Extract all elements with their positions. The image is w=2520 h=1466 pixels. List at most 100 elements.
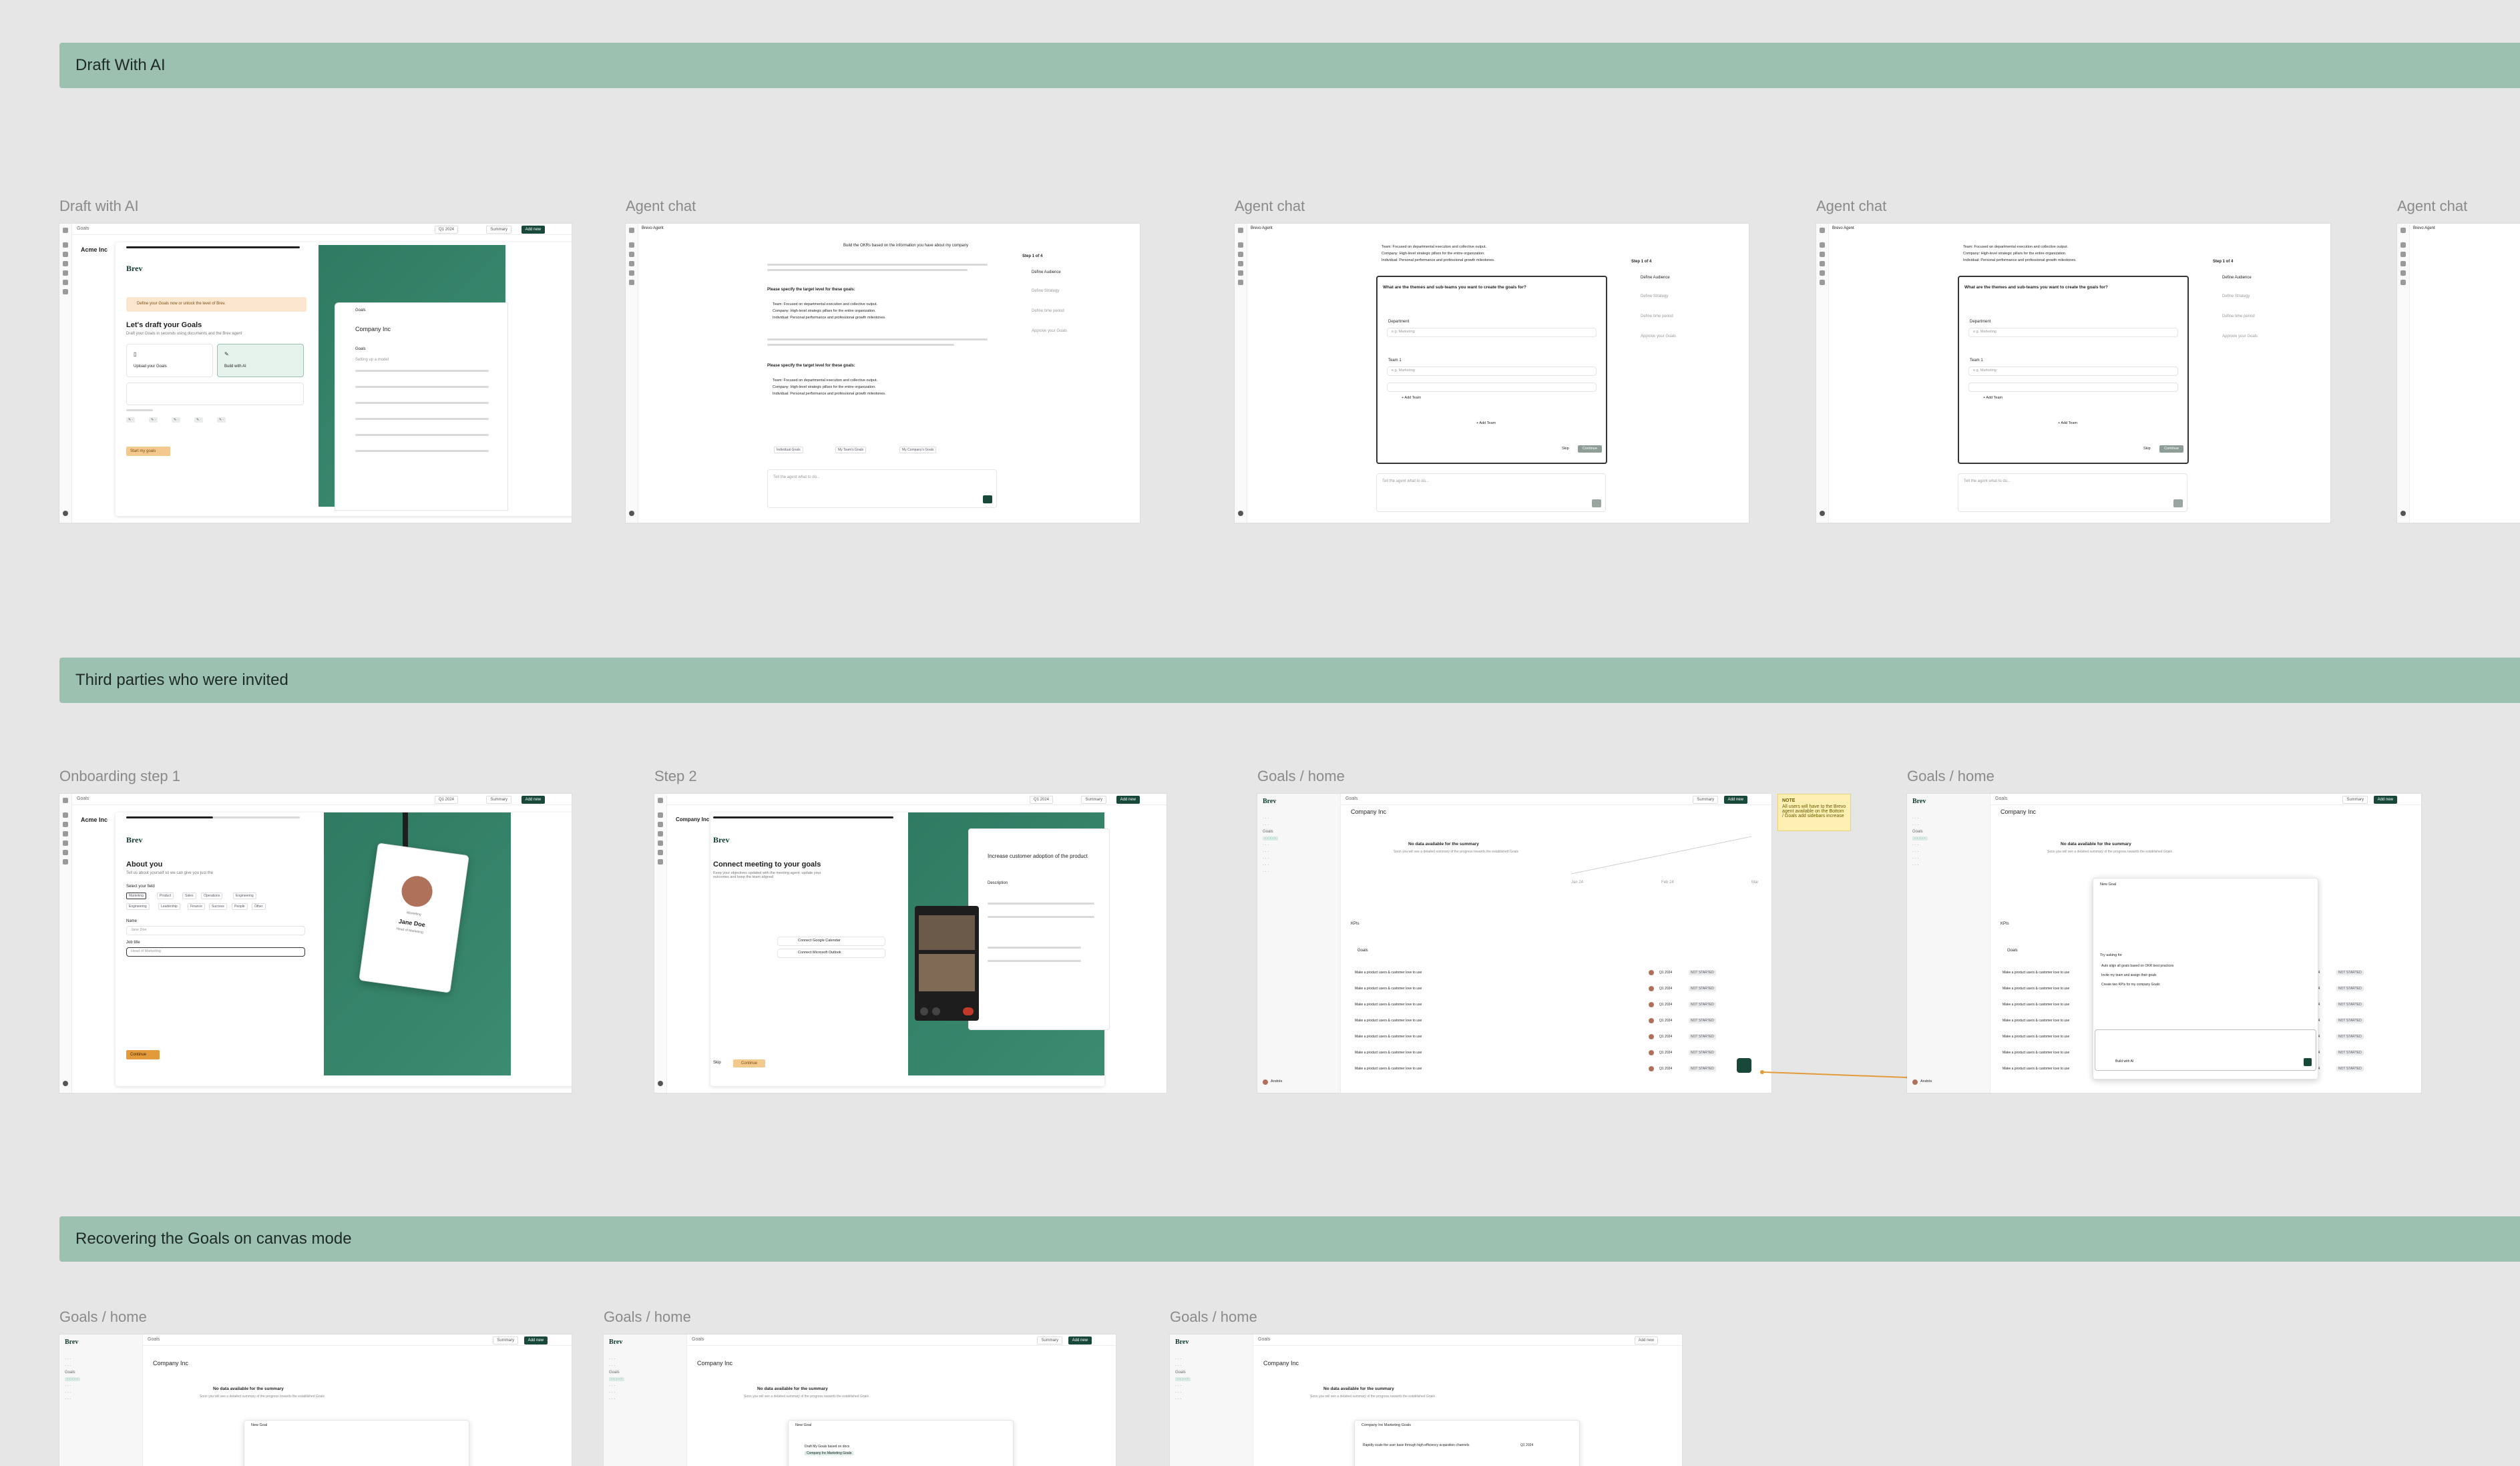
nav-item[interactable]: · · · bbox=[609, 1397, 615, 1401]
field-chip[interactable]: Finance bbox=[188, 903, 205, 910]
suggestion-item[interactable]: Create two KPIs for my company Goals bbox=[2101, 983, 2160, 987]
table-row[interactable]: Make a product users & customer love to … bbox=[1355, 1065, 1755, 1074]
kpis-header[interactable]: KPIs bbox=[1351, 922, 1359, 926]
dropdown-option-selected[interactable]: Company Inc Marketing Goals bbox=[805, 1451, 854, 1455]
microsoft-outlook-button[interactable]: Connect Microsoft Outlook bbox=[777, 949, 885, 958]
nav-item[interactable]: · · · bbox=[65, 1391, 71, 1395]
nav-item-goals[interactable]: Goals bbox=[609, 1371, 620, 1375]
summary-button[interactable]: Summary bbox=[1037, 1336, 1062, 1345]
dept-input[interactable]: e.g. Marketing bbox=[1968, 328, 2178, 337]
continue-button[interactable]: Continue bbox=[126, 1050, 160, 1059]
send-icon[interactable] bbox=[2304, 1058, 2312, 1066]
avatar[interactable] bbox=[1912, 1079, 1918, 1085]
chip-team[interactable]: My Team's Goals bbox=[835, 447, 867, 453]
build-ai-option[interactable]: ✎ Build with AI bbox=[217, 344, 304, 377]
kpis-header[interactable]: KPIs bbox=[2001, 922, 2009, 926]
hangup-icon[interactable] bbox=[963, 1007, 974, 1015]
agent-input[interactable]: Build with AI bbox=[2095, 1029, 2316, 1071]
suggestion-item[interactable]: Auto align all goals based on OKR best p… bbox=[2101, 964, 2173, 968]
send-icon[interactable] bbox=[983, 495, 992, 503]
continue-button[interactable]: Continue bbox=[733, 1059, 765, 1067]
nav-item[interactable]: · · · bbox=[65, 1397, 71, 1401]
nav-item[interactable]: · · · bbox=[1912, 850, 1918, 854]
summary-button[interactable]: Summary bbox=[2342, 796, 2368, 804]
chip[interactable]: ✎ · bbox=[217, 417, 226, 423]
role-input[interactable]: Head of Marketing bbox=[126, 947, 305, 957]
field-chip[interactable]: People bbox=[232, 903, 248, 910]
nav-item-organization[interactable]: · · · · · bbox=[1263, 836, 1278, 840]
chip[interactable]: ✎ · bbox=[172, 417, 181, 423]
breadcrumb[interactable]: Goals bbox=[77, 796, 89, 801]
breadcrumb[interactable]: Goals bbox=[1345, 796, 1357, 801]
chip-individual[interactable]: Individual Goals bbox=[774, 447, 803, 453]
field-chip[interactable]: Other bbox=[252, 903, 266, 910]
google-calendar-button[interactable]: Connect Google Calendar bbox=[777, 937, 885, 946]
field-chip[interactable]: Leadership bbox=[158, 903, 180, 910]
add-subteam-button[interactable]: + Add Team bbox=[1983, 396, 2003, 400]
add-team-button[interactable]: + Add Team bbox=[2058, 421, 2077, 425]
field-chip[interactable]: Engineering bbox=[126, 903, 150, 910]
nav-item[interactable]: · · · bbox=[1263, 843, 1269, 847]
nav-item[interactable]: · · · bbox=[609, 1391, 615, 1395]
nav-item[interactable]: · · · bbox=[65, 1364, 71, 1368]
add-new-button[interactable]: Add new bbox=[1723, 796, 1747, 804]
field-chip[interactable]: Engineering bbox=[233, 893, 256, 899]
add-subteam-button[interactable]: + Add Team bbox=[1402, 396, 1421, 400]
breadcrumb[interactable]: Goals bbox=[1995, 796, 2007, 801]
nav-item[interactable]: · · · bbox=[1175, 1397, 1181, 1401]
send-icon[interactable] bbox=[2173, 499, 2183, 507]
send-icon[interactable] bbox=[1592, 499, 1601, 507]
summary-button[interactable]: Summary bbox=[493, 1336, 518, 1345]
new-goal-select[interactable]: New Goal bbox=[795, 1423, 811, 1427]
suggestion-item[interactable]: Invite my team and assign their goals bbox=[2101, 973, 2157, 977]
add-new-button[interactable]: Add new bbox=[521, 796, 545, 804]
new-goal-select[interactable]: New Goal bbox=[2100, 883, 2116, 887]
continue-button[interactable]: Continue bbox=[1578, 445, 1602, 453]
subteam-input[interactable] bbox=[1968, 383, 2178, 392]
dept-input[interactable]: e.g. Marketing bbox=[1387, 328, 1597, 337]
nav-item[interactable]: · · · bbox=[1263, 870, 1269, 874]
field-chip[interactable]: Product bbox=[157, 893, 174, 899]
summary-button[interactable]: Summary bbox=[486, 226, 511, 234]
nav-item-goals[interactable]: Goals bbox=[1175, 1371, 1186, 1375]
goal-row-text[interactable]: Rapidly scale the user base through high… bbox=[1363, 1443, 1469, 1447]
nav-item[interactable]: · · · bbox=[1912, 823, 1918, 827]
breadcrumb[interactable]: Goals bbox=[692, 1337, 704, 1342]
nav-item-goals[interactable]: Goals bbox=[65, 1371, 75, 1375]
add-new-button[interactable]: Add new bbox=[2373, 796, 2397, 804]
table-row[interactable]: Make a product users & customer love to … bbox=[1355, 1017, 1755, 1026]
chip-company[interactable]: My Company's Goals bbox=[899, 447, 937, 453]
summary-button[interactable]: Summary bbox=[1693, 796, 1718, 804]
skip-button[interactable]: Skip bbox=[713, 1061, 721, 1065]
add-new-button[interactable]: Add new bbox=[1634, 1336, 1658, 1345]
field-chip[interactable]: Marketing bbox=[126, 893, 146, 899]
nav-item[interactable]: · · · bbox=[1263, 816, 1269, 820]
team-input[interactable]: e.g. Marketing bbox=[1387, 366, 1597, 376]
nav-item[interactable]: · · · bbox=[1912, 816, 1918, 820]
chip[interactable]: ✎ · bbox=[126, 417, 136, 423]
table-row[interactable]: Make a product users & customer love to … bbox=[1355, 1001, 1755, 1010]
summary-button[interactable]: Summary bbox=[486, 796, 511, 804]
nav-item[interactable]: · · · bbox=[609, 1384, 615, 1388]
continue-button[interactable]: Continue bbox=[2159, 445, 2183, 453]
agent-fab-icon[interactable] bbox=[1737, 1058, 1751, 1073]
nav-item[interactable]: · · · bbox=[1263, 863, 1269, 867]
field-chip[interactable]: Success bbox=[209, 903, 227, 910]
upload-option[interactable]: ▯ Upload your Goals bbox=[126, 344, 213, 377]
team-input[interactable]: e.g. Marketing bbox=[1968, 366, 2178, 376]
nav-item-organization[interactable]: · · · · · bbox=[65, 1377, 80, 1381]
chip[interactable]: ✎ · bbox=[149, 417, 158, 423]
prompt-input[interactable] bbox=[126, 383, 304, 405]
nav-item[interactable]: · · · bbox=[1175, 1364, 1181, 1368]
chat-input[interactable]: Tell the agent what to do... bbox=[767, 469, 997, 508]
skip-button[interactable]: Skip bbox=[2143, 447, 2151, 451]
period-select[interactable]: Q1 2024 bbox=[434, 796, 458, 804]
period-select[interactable]: Q1 2024 bbox=[434, 226, 458, 234]
camera-icon[interactable] bbox=[932, 1007, 940, 1015]
name-input[interactable]: Jane Doe bbox=[126, 926, 305, 935]
summary-button[interactable]: Summary bbox=[1081, 796, 1106, 804]
nav-item[interactable]: · · · bbox=[65, 1384, 71, 1388]
breadcrumb[interactable]: Goals bbox=[1258, 1337, 1270, 1342]
nav-item[interactable]: · · · bbox=[609, 1364, 615, 1368]
nav-item[interactable]: · · · bbox=[609, 1357, 615, 1361]
